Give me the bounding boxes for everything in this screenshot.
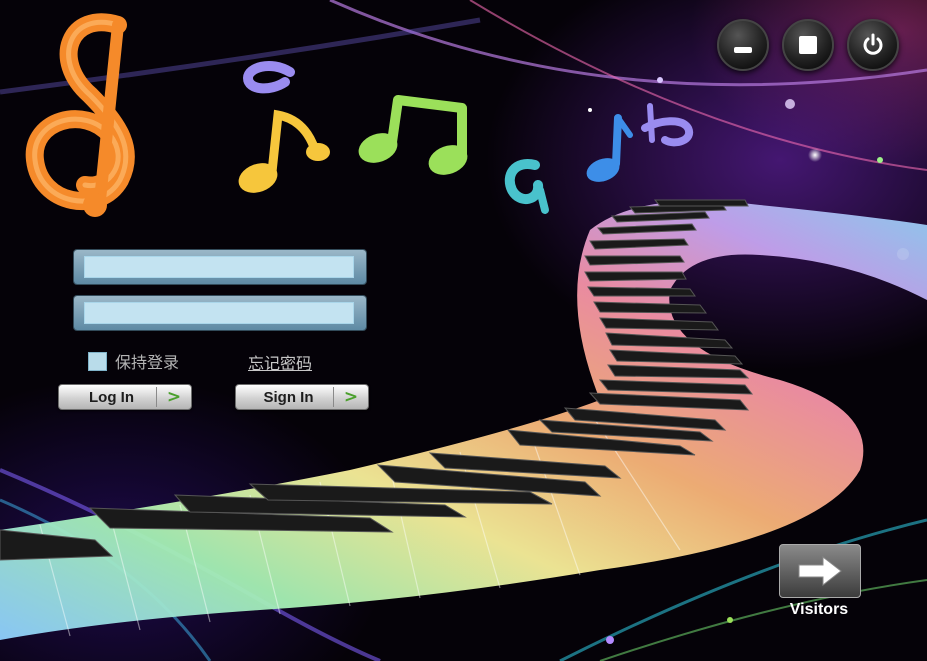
signin-button[interactable]: Sign In > xyxy=(235,384,369,410)
remember-label: 保持登录 xyxy=(115,353,180,372)
visitors-label: Visitors xyxy=(789,601,849,618)
power-button[interactable] xyxy=(847,19,899,71)
visitors-tile[interactable] xyxy=(779,544,861,598)
music-notes-decoration xyxy=(25,13,694,217)
note-teal-icon xyxy=(504,159,549,214)
login-button[interactable]: Log In > xyxy=(58,384,192,410)
remember-login[interactable]: 保持登录 xyxy=(88,349,179,373)
power-icon xyxy=(863,33,883,55)
note-violet-icon xyxy=(641,103,694,147)
arrow-right-icon: > xyxy=(166,387,182,407)
maximize-button[interactable] xyxy=(782,19,834,71)
login-button-label: Log In xyxy=(89,388,134,406)
treble-clef-icon xyxy=(25,13,135,217)
forgot-password-link[interactable]: 忘记密码 xyxy=(248,350,312,374)
login-screen: 保持登录 忘记密码 Log In > Sign In > Visitors xyxy=(0,0,927,661)
arrow-right-icon xyxy=(798,555,842,587)
arrow-right-icon: > xyxy=(343,387,359,407)
username-input[interactable] xyxy=(84,256,354,278)
username-field-frame xyxy=(74,250,366,284)
maximize-icon xyxy=(799,36,817,54)
password-input[interactable] xyxy=(84,302,354,324)
visitors-button[interactable]: Visitors xyxy=(779,544,863,619)
password-field-frame xyxy=(74,296,366,330)
remember-checkbox[interactable] xyxy=(88,351,107,371)
minimize-icon xyxy=(734,47,752,53)
quarter-note-blue-icon xyxy=(586,114,633,182)
eighth-note-yellow-icon xyxy=(238,109,330,193)
c-clef-note-icon xyxy=(242,60,295,94)
beamed-notes-green-icon xyxy=(358,95,468,175)
signin-button-label: Sign In xyxy=(263,388,314,406)
minimize-button[interactable] xyxy=(717,19,769,71)
